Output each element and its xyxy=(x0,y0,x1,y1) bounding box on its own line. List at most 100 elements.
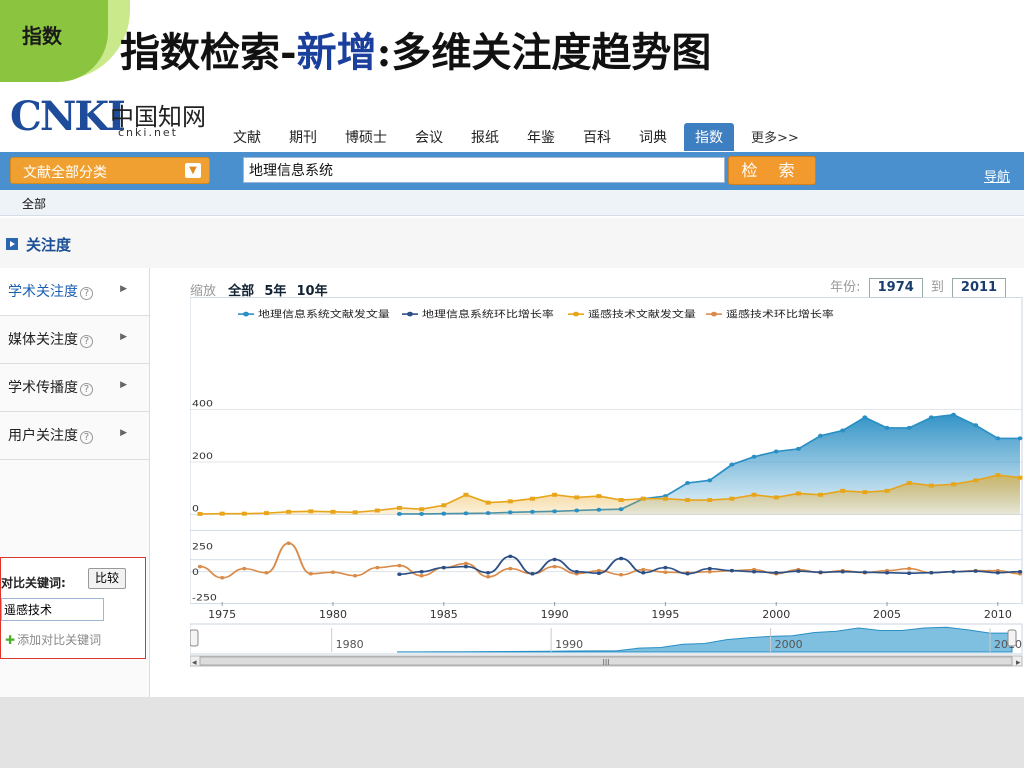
nav-more[interactable]: 更多>> xyxy=(740,123,810,151)
gis-growth-point xyxy=(641,570,646,575)
rs-point xyxy=(330,509,336,514)
rs-point xyxy=(795,491,801,496)
x-tick-label: 2000 xyxy=(762,608,790,621)
nav-item-0[interactable]: 文献 xyxy=(222,123,272,151)
compare-button[interactable]: 比较 xyxy=(88,568,126,589)
rs-point xyxy=(552,492,558,497)
rs-point xyxy=(707,498,713,503)
add-compare-link[interactable]: ✚ 添加对比关键词 xyxy=(5,631,101,648)
navigator-handle[interactable] xyxy=(1007,629,1017,647)
nav-item-1[interactable]: 期刊 xyxy=(278,123,328,151)
gis-point xyxy=(552,509,558,514)
nav-item-5[interactable]: 年鉴 xyxy=(516,123,566,151)
rs-point xyxy=(219,511,225,516)
x-tick-label: 1980 xyxy=(319,608,347,621)
gis-growth-point xyxy=(840,569,845,574)
nav-item-6[interactable]: 百科 xyxy=(572,123,622,151)
gis-point xyxy=(995,436,1001,441)
rs-point xyxy=(263,511,269,516)
nav-item-7[interactable]: 词典 xyxy=(628,123,678,151)
rs-growth-point xyxy=(219,576,225,580)
add-compare-label: 添加对比关键词 xyxy=(17,633,102,647)
legend-marker xyxy=(711,311,717,317)
rs-point xyxy=(1017,475,1023,480)
gis-growth-point xyxy=(441,565,446,570)
nav-item-8[interactable]: 指数 xyxy=(684,123,734,151)
menu-item-3[interactable]: 用户关注度? ▶ xyxy=(0,412,149,460)
menu-item-1[interactable]: 媒体关注度? ▶ xyxy=(0,316,149,364)
menu-item-0[interactable]: 学术关注度? ▶ xyxy=(0,268,149,316)
rs-point xyxy=(308,509,314,514)
rs-point xyxy=(951,482,957,487)
navigator-label: 1990 xyxy=(555,638,583,651)
x-tick-label: 1995 xyxy=(651,608,679,621)
gis-point xyxy=(751,454,757,459)
gis-point xyxy=(951,412,957,417)
logo-domain: cnki.net xyxy=(118,126,178,139)
rs-point xyxy=(485,500,491,505)
rs-point xyxy=(352,510,358,515)
gis-point xyxy=(973,423,979,428)
rs-point xyxy=(618,498,624,503)
y-tick-label: 250 xyxy=(192,542,213,552)
rs-point xyxy=(286,509,292,514)
gis-point xyxy=(618,507,624,512)
gis-growth-point xyxy=(508,554,513,559)
menu-item-2[interactable]: 学术传播度? ▶ xyxy=(0,364,149,412)
chevron-right-icon: ▶ xyxy=(120,380,127,390)
search-button[interactable]: 检 索 xyxy=(728,156,816,185)
help-icon[interactable]: ? xyxy=(80,383,93,396)
rs-point xyxy=(529,496,535,501)
section-title: 关注度 xyxy=(26,236,72,254)
menu-item-label: 学术关注度 xyxy=(8,284,78,300)
nav-item-3[interactable]: 会议 xyxy=(404,123,454,151)
cnki-logo[interactable]: CNKI 中国知网 cnki.net xyxy=(0,93,215,143)
category-select[interactable]: 文献全部分类 ▼ xyxy=(10,157,210,184)
chevron-right-icon: ▶ xyxy=(120,428,127,438)
bottom-band xyxy=(0,697,1024,768)
gis-growth-point xyxy=(884,570,890,575)
nav-item-4[interactable]: 报纸 xyxy=(460,123,510,151)
gis-point xyxy=(529,509,535,514)
scroll-left-icon[interactable]: ◂ xyxy=(192,658,197,668)
gis-growth-point xyxy=(397,572,402,576)
rs-growth-point xyxy=(286,541,291,545)
help-icon[interactable]: ? xyxy=(80,431,93,444)
compare-keyword-input[interactable] xyxy=(1,598,104,621)
all-filter[interactable]: 全部 xyxy=(22,195,46,212)
gis-growth-point xyxy=(751,569,757,574)
sub-bar: 全部 xyxy=(0,190,1024,216)
help-icon[interactable]: ? xyxy=(80,287,93,300)
y-tick-label: 200 xyxy=(192,452,213,462)
rs-point xyxy=(419,507,425,512)
rs-point xyxy=(396,505,402,510)
gis-growth-point xyxy=(729,568,735,573)
gis-point xyxy=(1017,436,1023,441)
gis-point xyxy=(906,425,912,430)
gis-point xyxy=(441,511,447,516)
help-icon[interactable]: ? xyxy=(80,335,93,348)
gis-point xyxy=(685,480,691,485)
gis-point xyxy=(840,428,846,433)
gis-point xyxy=(419,511,425,516)
rs-point xyxy=(640,496,646,501)
search-input[interactable] xyxy=(243,157,725,183)
y-tick-label: -250 xyxy=(192,593,217,603)
rs-growth-point xyxy=(707,569,712,574)
scrollbar-grip: III xyxy=(602,658,609,667)
rs-point xyxy=(241,511,247,516)
scroll-right-icon[interactable]: ▸ xyxy=(1016,658,1021,668)
navigator-handle[interactable] xyxy=(190,629,199,647)
legend-entry: 遥感技术环比增长率 xyxy=(726,308,834,320)
gis-point xyxy=(707,478,713,483)
rs-point xyxy=(574,495,580,500)
guide-link[interactable]: 导航 xyxy=(984,166,1010,185)
plus-icon: ✚ xyxy=(5,633,16,647)
rs-point xyxy=(197,511,203,516)
nav-item-2[interactable]: 博硕士 xyxy=(334,123,398,151)
gis-growth-point xyxy=(973,569,978,573)
gis-growth-point xyxy=(485,570,491,575)
chevron-right-icon: ▶ xyxy=(120,332,127,342)
gis-point xyxy=(574,508,580,513)
gis-growth-point xyxy=(951,569,956,574)
